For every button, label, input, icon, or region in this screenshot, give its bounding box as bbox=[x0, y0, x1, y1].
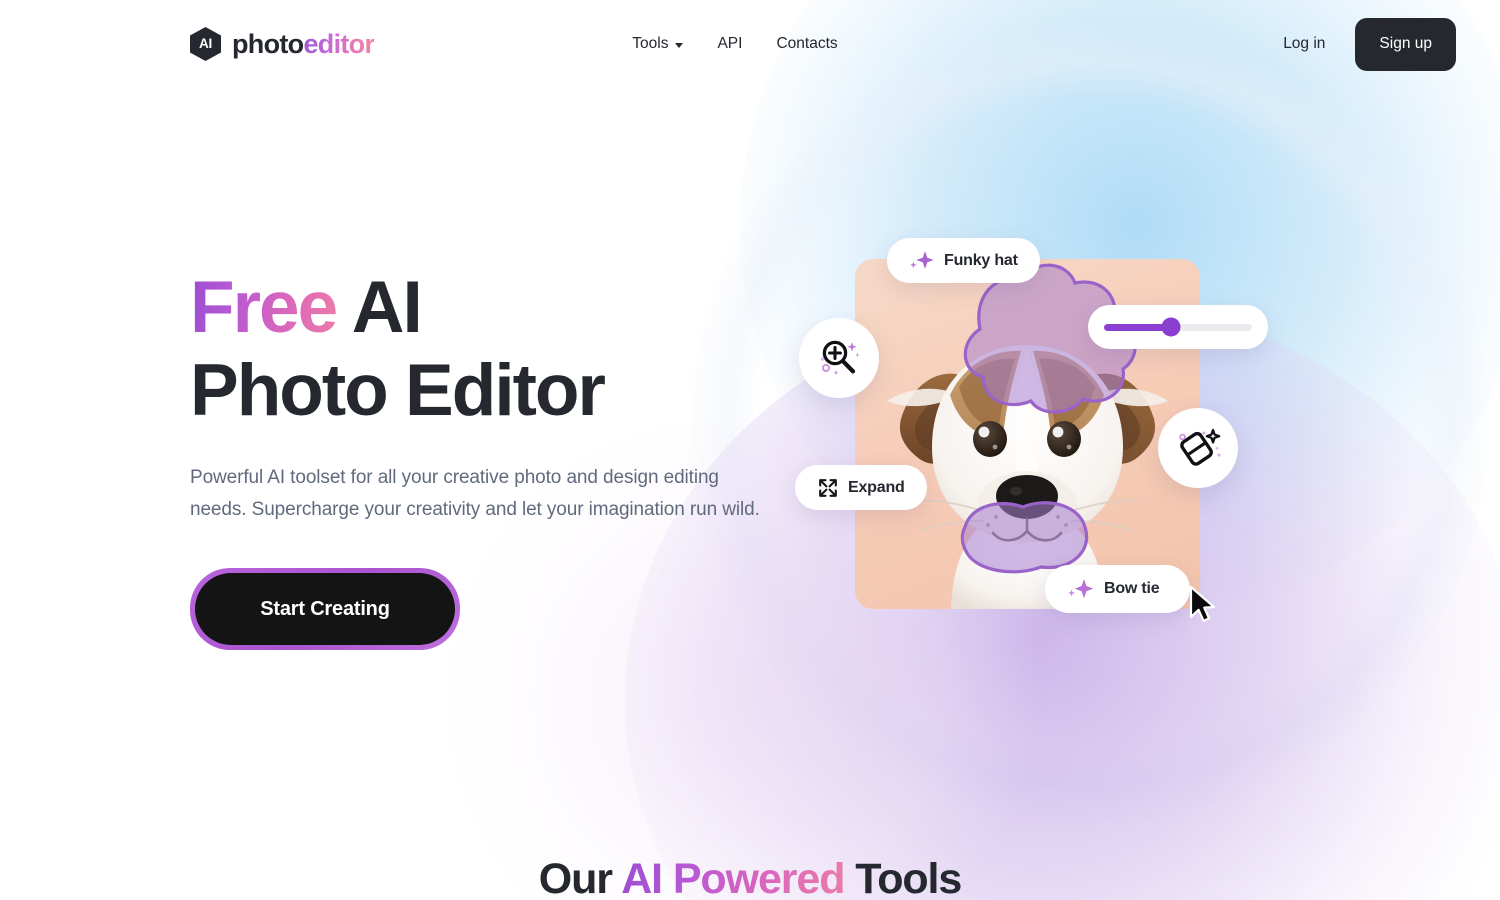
logo-mark-text: AI bbox=[199, 36, 212, 52]
pill-bow-tie[interactable]: Bow tie bbox=[1045, 565, 1190, 613]
nav-item-tools-label: Tools bbox=[632, 35, 669, 52]
upscale-tool-button[interactable] bbox=[799, 318, 879, 398]
nav-item-contacts[interactable]: Contacts bbox=[776, 35, 837, 53]
nav-item-api[interactable]: API bbox=[717, 35, 742, 53]
sparkle-icon bbox=[1068, 579, 1094, 599]
brand-logo[interactable]: AI photoeditor bbox=[190, 27, 375, 61]
sparkle-icon bbox=[910, 250, 934, 269]
hero-title-accent: Free bbox=[190, 267, 338, 348]
eraser-tool-button[interactable] bbox=[1158, 408, 1238, 488]
login-link[interactable]: Log in bbox=[1283, 35, 1325, 53]
pill-expand[interactable]: Expand bbox=[795, 465, 927, 510]
pill-expand-label: Expand bbox=[848, 478, 905, 496]
site-header: AI photoeditor Tools API Contacts Log in… bbox=[0, 0, 1500, 88]
pill-funky-hat[interactable]: Funky hat bbox=[887, 238, 1040, 283]
slider-thumb[interactable] bbox=[1161, 317, 1181, 337]
hero-content: Free AI Photo Editor Powerful AI toolset… bbox=[190, 266, 810, 651]
magnify-plus-icon bbox=[820, 340, 860, 376]
nav-item-contacts-label: Contacts bbox=[776, 35, 838, 52]
main-navigation: Tools API Contacts bbox=[632, 35, 837, 53]
logo-wordmark: photoeditor bbox=[232, 28, 375, 59]
magic-eraser-icon bbox=[1179, 428, 1221, 466]
expand-arrows-icon bbox=[819, 478, 837, 497]
page-title: Free AI Photo Editor bbox=[190, 266, 810, 432]
hero-visual: Funky hat Expand Bow tie bbox=[790, 220, 1290, 640]
logo-word-editor: editor bbox=[303, 28, 375, 59]
pill-bow-tie-label: Bow tie bbox=[1104, 580, 1160, 597]
hero-subtitle: Powerful AI toolset for all your creativ… bbox=[190, 467, 760, 521]
tools-heading-part2: Tools bbox=[844, 855, 962, 900]
intensity-slider[interactable] bbox=[1088, 305, 1268, 349]
chevron-down-icon bbox=[675, 42, 684, 48]
signup-button[interactable]: Sign up bbox=[1355, 17, 1456, 71]
tools-heading-accent: AI Powered bbox=[621, 855, 845, 900]
nav-item-tools[interactable]: Tools bbox=[632, 35, 684, 53]
header-actions: Log in Sign up bbox=[1283, 17, 1456, 71]
logo-hexagon-icon: AI bbox=[190, 27, 221, 61]
hero-title-rest: AI bbox=[351, 267, 423, 348]
tools-section-heading: Our AI Powered Tools bbox=[0, 855, 1500, 900]
nav-item-api-label: API bbox=[717, 35, 743, 52]
start-creating-button-ring: Start Creating bbox=[190, 568, 460, 651]
tools-heading-part1: Our bbox=[538, 855, 622, 900]
bowtie-selection-blob bbox=[960, 501, 1089, 574]
logo-word-photo: photo bbox=[232, 28, 304, 59]
hero-title-line2: Photo Editor bbox=[190, 350, 606, 432]
pill-funky-hat-label: Funky hat bbox=[944, 251, 1018, 269]
start-creating-button[interactable]: Start Creating bbox=[195, 573, 455, 646]
slider-track bbox=[1104, 317, 1252, 337]
